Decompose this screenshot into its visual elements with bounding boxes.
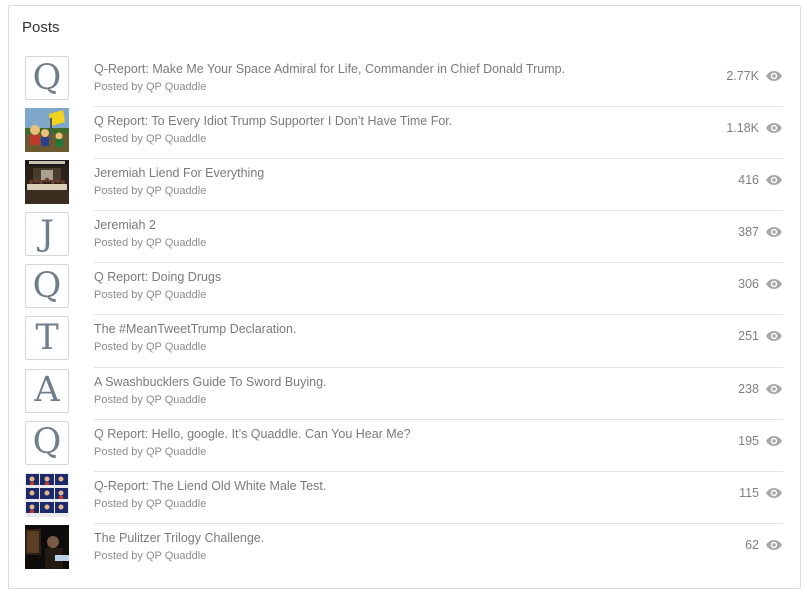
eye-icon [766, 539, 782, 550]
view-count: 306 [738, 277, 759, 292]
post-list: Q Q-Report: Make Me Your Space Admiral f… [9, 54, 800, 575]
post-views: 306 [738, 277, 783, 291]
post-title[interactable]: Q Report: Hello, google. It’s Quaddle. C… [94, 427, 411, 441]
post-views: 416 [738, 173, 783, 187]
post-title[interactable]: A Swashbucklers Guide To Sword Buying. [94, 375, 327, 389]
eye-icon [766, 383, 782, 394]
post-views: 115 [739, 486, 783, 500]
post-title[interactable]: Q-Report: The Liend Old White Male Test. [94, 479, 326, 493]
post-author: Posted by QP Quaddle [94, 289, 207, 302]
post-views: 238 [738, 382, 783, 396]
eye-icon [766, 279, 782, 290]
post-title[interactable]: The #MeanTweetTrump Declaration. [94, 322, 296, 336]
post-row[interactable]: T The #MeanTweetTrump Declaration. Poste… [9, 314, 800, 368]
post-title[interactable]: Jeremiah Liend For Everything [94, 166, 264, 180]
letter-avatar[interactable]: Q [25, 56, 69, 100]
post-views: 195 [738, 434, 783, 448]
post-text: Q-Report: Make Me Your Space Admiral for… [94, 54, 783, 108]
post-image-thumbnail[interactable] [25, 472, 69, 517]
post-image-thumbnail[interactable] [25, 108, 69, 153]
view-count: 387 [738, 225, 759, 240]
post-image-thumbnail[interactable] [25, 524, 69, 569]
eye-icon [766, 487, 782, 498]
post-author: Posted by QP Quaddle [94, 341, 207, 354]
post-row[interactable]: The Pulitzer Trilogy Challenge. Posted b… [9, 523, 800, 575]
post-title[interactable]: Q-Report: Make Me Your Space Admiral for… [94, 62, 565, 76]
panel-title: Posts [22, 19, 60, 36]
post-author: Posted by QP Quaddle [94, 133, 207, 146]
eye-icon [766, 71, 782, 81]
eye-icon [766, 175, 782, 186]
post-views: 251 [738, 329, 783, 343]
post-text: The Pulitzer Trilogy Challenge. Posted b… [94, 523, 783, 575]
posts-panel: Posts Q Q-Report: Make Me Your Space Adm… [8, 5, 801, 589]
post-row[interactable]: J Jeremiah 2 Posted by QP Quaddle 387 [9, 210, 800, 264]
post-image-thumbnail[interactable] [25, 160, 69, 205]
view-count: 416 [738, 173, 759, 188]
post-views: 1.18K [726, 121, 783, 135]
post-title[interactable]: Q Report: To Every Idiot Trump Supporter… [94, 114, 452, 128]
view-count: 1.18K [726, 121, 759, 136]
post-text: Q Report: To Every Idiot Trump Supporter… [94, 106, 783, 160]
view-count: 115 [739, 485, 759, 500]
post-row[interactable]: Q Report: To Every Idiot Trump Supporter… [9, 106, 800, 160]
post-text: Q Report: Hello, google. It’s Quaddle. C… [94, 419, 783, 472]
post-text: A Swashbucklers Guide To Sword Buying. P… [94, 367, 783, 420]
post-row[interactable]: Q Q-Report: Make Me Your Space Admiral f… [9, 54, 800, 108]
post-title[interactable]: Jeremiah 2 [94, 218, 156, 232]
view-count: 238 [738, 381, 759, 396]
post-text: Jeremiah Liend For Everything Posted by … [94, 158, 783, 212]
post-author: Posted by QP Quaddle [94, 393, 207, 406]
post-text: Q-Report: The Liend Old White Male Test.… [94, 471, 783, 524]
eye-icon [766, 435, 782, 446]
post-title[interactable]: The Pulitzer Trilogy Challenge. [94, 531, 264, 545]
post-author: Posted by QP Quaddle [94, 81, 207, 93]
view-count: 195 [738, 433, 759, 448]
letter-avatar[interactable]: J [25, 212, 69, 257]
post-views: 387 [738, 225, 783, 239]
post-author: Posted by QP Quaddle [94, 445, 207, 458]
post-views: 2.77K [726, 69, 783, 83]
post-views: 62 [745, 538, 783, 552]
post-text: Jeremiah 2 Posted by QP Quaddle 387 [94, 210, 783, 264]
letter-avatar[interactable]: T [25, 316, 69, 361]
post-row[interactable]: Q Q Report: Doing Drugs Posted by QP Qua… [9, 262, 800, 316]
post-row[interactable]: Q-Report: The Liend Old White Male Test.… [9, 471, 800, 524]
eye-icon [766, 227, 782, 238]
post-author: Posted by QP Quaddle [94, 497, 207, 510]
post-text: Q Report: Doing Drugs Posted by QP Quadd… [94, 262, 783, 316]
post-title[interactable]: Q Report: Doing Drugs [94, 270, 221, 284]
eye-icon [766, 123, 782, 134]
letter-avatar[interactable]: A [25, 368, 69, 413]
eye-icon [766, 331, 782, 342]
post-author: Posted by QP Quaddle [94, 237, 207, 250]
post-text: The #MeanTweetTrump Declaration. Posted … [94, 314, 783, 368]
view-count: 2.77K [726, 69, 759, 83]
view-count: 251 [738, 329, 759, 344]
letter-avatar[interactable]: Q [25, 420, 69, 465]
post-author: Posted by QP Quaddle [94, 185, 207, 198]
post-row[interactable]: Jeremiah Liend For Everything Posted by … [9, 158, 800, 212]
post-row[interactable]: Q Q Report: Hello, google. It’s Quaddle.… [9, 419, 800, 472]
view-count: 62 [745, 537, 759, 552]
letter-avatar[interactable]: Q [25, 264, 69, 309]
post-author: Posted by QP Quaddle [94, 549, 207, 562]
post-row[interactable]: A A Swashbucklers Guide To Sword Buying.… [9, 367, 800, 420]
